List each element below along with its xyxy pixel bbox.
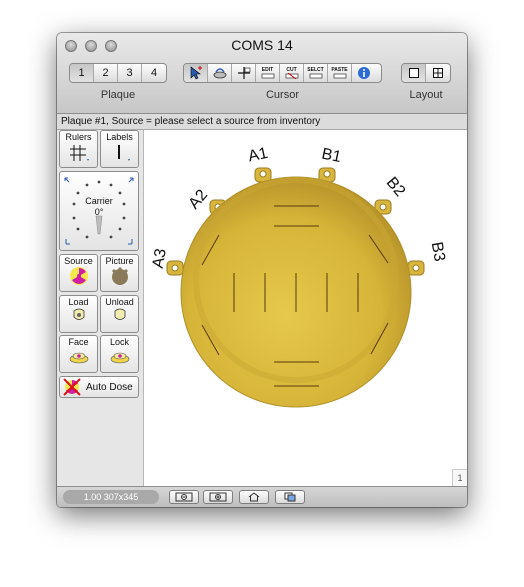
eye-plaque-drawing: A1 B1 A2 B2 A3 B3 [150,145,448,408]
edit-bar-icon [261,73,274,79]
auto-dose-icon [63,378,81,396]
layout-group-label: Layout [409,89,443,101]
plaque-1-button[interactable]: 1 [70,64,94,82]
coms-window: COMS 14 1 2 3 4 Plaque EDIT CUT SELCT PA… [57,33,467,507]
grid-icon [69,145,89,161]
unload-button[interactable]: Unload [100,295,139,333]
rulers-button[interactable]: Rulers [59,130,98,168]
label-bar-icon [117,145,130,161]
lug-label-a1: A1 [247,145,270,166]
select-bar-icon [309,73,322,79]
load-button[interactable]: Load [59,295,98,333]
load-eye-icon [73,308,84,320]
plaque-selector: 1 2 3 4 [69,63,167,83]
plaque-3-button[interactable]: 3 [118,64,142,82]
lug-label-b3: B3 [428,241,448,263]
bottom-bar: 1.00 307x345 [57,486,467,507]
auto-dose-label: Auto Dose [86,381,133,393]
single-view-icon [408,68,419,78]
tool-sidebar: Rulers Labels Carrier 0° Source Picture … [57,130,144,486]
info-tool[interactable] [352,64,376,82]
picture-label: Picture [105,256,134,266]
zoom-in-icon [209,492,227,502]
carrier-angle: 0° [94,207,104,217]
home-button[interactable] [239,490,269,504]
face-button[interactable]: Face [59,335,98,373]
title-bar: COMS 14 1 2 3 4 Plaque EDIT CUT SELCT PA… [57,33,467,114]
page-indicator: 1 [452,469,467,486]
move-icon [237,67,250,79]
plaque-2-button[interactable]: 2 [94,64,118,82]
unload-label: Unload [105,297,134,307]
status-bar: Plaque #1, Source = please select a sour… [57,114,467,130]
copy-view-button[interactable] [275,490,305,504]
copy-view-icon [284,492,296,502]
zoom-out-button[interactable] [169,490,199,504]
load-label: Load [68,297,89,307]
picture-button[interactable]: Picture [100,254,139,292]
pan-tool[interactable] [208,64,232,82]
unload-eye-icon [114,308,125,320]
lock-plaque-icon [110,352,129,364]
select-arrow-icon [190,66,202,80]
rulers-label: Rulers [65,132,92,142]
grid-view-icon [433,68,443,78]
carrier-rotation-control[interactable]: Carrier 0° [59,171,139,251]
cut-tool[interactable]: CUT [280,64,304,82]
lug-a3 [166,260,184,276]
source-label: Source [64,256,93,266]
plaque-group-label: Plaque [100,89,136,101]
edit-tool[interactable]: EDIT [256,64,280,82]
lug-label-a3: A3 [150,247,170,269]
lug-label-b1: B1 [320,145,343,166]
pan-hand-icon [213,68,226,79]
lug-label-b2: B2 [383,174,409,200]
lock-label: Lock [109,337,129,347]
zoom-out-icon [175,492,193,502]
move-tool[interactable] [232,64,256,82]
select-arrow-tool[interactable] [184,64,208,82]
radiation-icon [69,267,88,285]
selct-tool[interactable]: SELCT [304,64,328,82]
lock-button[interactable]: Lock [100,335,139,373]
auto-dose-button[interactable]: Auto Dose [59,376,139,398]
layout-single-button[interactable] [402,64,427,82]
plaque-4-button[interactable]: 4 [142,64,166,82]
cut-bar-icon [285,73,298,79]
layout-selector [401,63,451,83]
labels-label: Labels [106,132,133,142]
zoom-info: 1.00 307x345 [63,490,159,504]
zoom-in-button[interactable] [203,490,233,504]
lug-label-a2: A2 [185,187,211,213]
home-icon [248,492,260,502]
face-plaque-icon [69,352,88,364]
source-button[interactable]: Source [59,254,98,292]
paste-bar-icon [333,73,346,79]
window-title: COMS 14 [231,37,293,53]
lug-b3 [407,260,425,276]
face-label: Face [68,337,89,347]
paste-tool[interactable]: PASTE [328,64,352,82]
plaque-picture-icon [111,267,128,285]
cursor-group-label: Cursor [265,89,299,101]
labels-button[interactable]: Labels [100,130,139,168]
carrier-label: Carrier [85,196,113,206]
layout-grid-button[interactable] [426,64,450,82]
info-icon [358,67,370,79]
plaque-canvas[interactable]: A1 B1 A2 B2 A3 B3 1 [144,130,467,486]
cursor-selector: EDIT CUT SELCT PASTE [183,63,382,83]
